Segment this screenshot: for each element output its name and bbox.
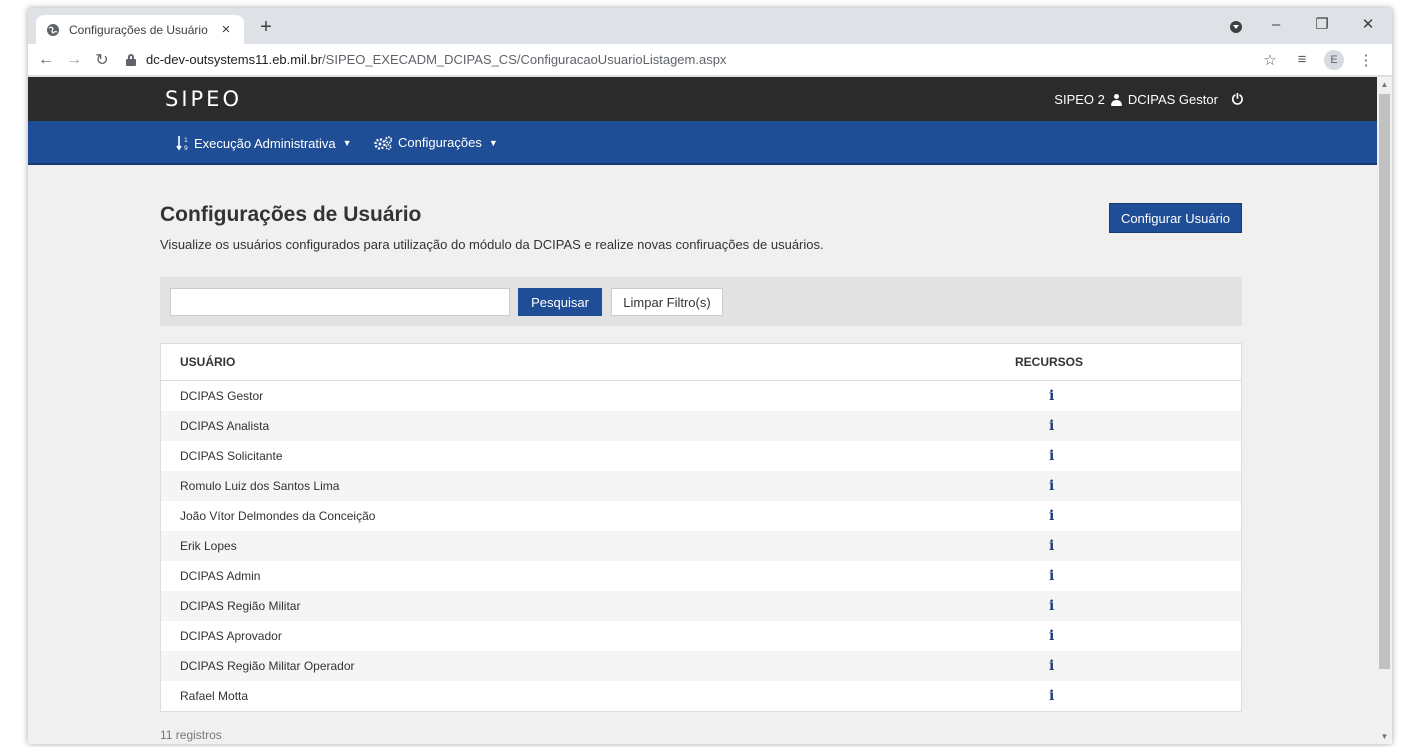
menu-label: Execução Administrativa	[194, 135, 336, 151]
table-body: DCIPAS Gestor i DCIPAS Analista i DCIPAS S…	[161, 381, 1241, 711]
page-subtitle: Visualize os usuários configurados para …	[160, 237, 824, 252]
minimize-icon[interactable]: –	[1253, 8, 1299, 40]
search-input[interactable]	[170, 288, 510, 316]
table-row: DCIPAS Solicitante i	[161, 441, 1241, 471]
tab-strip: Configurações de Usuário × + – ❐ ✕	[28, 8, 1392, 44]
profile-avatar[interactable]: E	[1320, 46, 1348, 74]
power-logout-icon[interactable]: ⏻	[1232, 91, 1243, 108]
filter-panel: Pesquisar Limpar Filtro(s)	[160, 277, 1242, 326]
user-box: SIPEO 2 DCIPAS Gestor ⏻	[1054, 91, 1243, 108]
user-name[interactable]: DCIPAS Gestor	[1128, 92, 1218, 107]
gears-icon	[374, 135, 393, 150]
table-row: Romulo Luiz dos Santos Lima i	[161, 471, 1241, 501]
close-window-icon[interactable]: ✕	[1345, 8, 1391, 40]
users-table: USUÁRIO RECURSOS DCIPAS Gestor i DCIPAS A…	[160, 343, 1242, 712]
svg-text:1: 1	[184, 137, 188, 144]
info-icon[interactable]: i	[1049, 418, 1054, 434]
table-row: DCIPAS Admin i	[161, 561, 1241, 591]
close-tab-icon[interactable]: ×	[218, 21, 234, 38]
table-row: DCIPAS Região Militar Operador i	[161, 651, 1241, 681]
table-row: Rafael Motta i	[161, 681, 1241, 711]
brand-logo[interactable]: SIPEO	[165, 87, 242, 111]
desktop-frame: Configurações de Usuário × + – ❐ ✕ ← → ↻…	[0, 0, 1407, 747]
menu-configuracoes[interactable]: Configurações ▼	[374, 135, 498, 150]
vertical-scrollbar[interactable]: ▲ ▼	[1377, 77, 1392, 744]
back-arrow-icon[interactable]: ←	[32, 46, 60, 74]
user-cell: Erik Lopes	[180, 539, 237, 553]
browser-toolbar: ← → ↻ dc-dev-outsystems11.eb.mil.br/SIPE…	[28, 44, 1392, 76]
info-icon[interactable]: i	[1049, 538, 1054, 554]
address-bar[interactable]: dc-dev-outsystems11.eb.mil.br/SIPEO_EXEC…	[116, 46, 1256, 74]
profile-initial: E	[1324, 49, 1344, 70]
info-icon[interactable]: i	[1049, 448, 1054, 464]
menu-label: Configurações	[398, 135, 482, 150]
info-icon[interactable]: i	[1049, 478, 1054, 494]
table-row: DCIPAS Aprovador i	[161, 621, 1241, 651]
info-icon[interactable]: i	[1049, 568, 1054, 584]
record-count: 11 registros	[160, 728, 222, 742]
sort-numeric-icon: 1 9	[176, 136, 188, 151]
menu-execucao-administrativa[interactable]: 1 9 Execução Administrativa ▼	[176, 135, 352, 151]
user-cell: DCIPAS Região Militar	[180, 599, 301, 613]
user-icon	[1110, 93, 1122, 106]
main-menu: 1 9 Execução Administrativa ▼ Configuraç…	[28, 121, 1377, 165]
table-row: João Vítor Delmondes da Conceição i	[161, 501, 1241, 531]
app-name: SIPEO 2	[1054, 92, 1105, 107]
user-cell: DCIPAS Aprovador	[180, 629, 282, 643]
new-tab-button[interactable]: +	[254, 16, 278, 40]
page-viewport: SIPEO SIPEO 2 DCIPAS Gestor ⏻ 1 9 Execuç…	[28, 77, 1377, 744]
caret-down-icon: ▼	[342, 138, 352, 148]
media-indicator-icon[interactable]	[1230, 21, 1242, 33]
configure-user-button[interactable]: Configurar Usuário	[1109, 203, 1242, 233]
info-icon[interactable]: i	[1049, 388, 1054, 404]
bookmark-star-icon[interactable]: ☆	[1256, 46, 1284, 74]
reload-icon[interactable]: ↻	[88, 46, 116, 74]
window-controls: – ❐ ✕	[1253, 8, 1391, 40]
info-icon[interactable]: i	[1049, 598, 1054, 614]
scroll-up-arrow-icon[interactable]: ▲	[1377, 77, 1392, 92]
column-header-resources: RECURSOS	[1015, 355, 1084, 369]
user-cell: DCIPAS Analista	[180, 419, 270, 433]
info-icon[interactable]: i	[1049, 508, 1054, 524]
url-path: /SIPEO_EXECADM_DCIPAS_CS/ConfiguracaoUsu…	[322, 52, 727, 67]
browser-window: Configurações de Usuário × + – ❐ ✕ ← → ↻…	[28, 8, 1392, 744]
svg-text:9: 9	[184, 145, 188, 151]
forward-arrow-icon[interactable]: →	[60, 46, 88, 74]
globe-icon	[47, 23, 59, 36]
column-header-user: USUÁRIO	[180, 355, 236, 369]
user-cell: DCIPAS Solicitante	[180, 449, 283, 463]
table-row: DCIPAS Gestor i	[161, 381, 1241, 411]
caret-down-icon: ▼	[488, 137, 498, 148]
info-icon[interactable]: i	[1049, 628, 1054, 644]
table-row: DCIPAS Região Militar i	[161, 591, 1241, 621]
app-topbar: SIPEO SIPEO 2 DCIPAS Gestor ⏻	[28, 77, 1377, 121]
table-header: USUÁRIO RECURSOS	[161, 344, 1241, 381]
browser-tab[interactable]: Configurações de Usuário ×	[36, 15, 244, 44]
info-icon[interactable]: i	[1049, 688, 1054, 704]
tab-title: Configurações de Usuário	[69, 22, 208, 37]
info-icon[interactable]: i	[1049, 658, 1054, 674]
clear-filters-button[interactable]: Limpar Filtro(s)	[611, 288, 723, 316]
kebab-menu-icon[interactable]: ⋮	[1352, 46, 1380, 74]
table-row: Erik Lopes i	[161, 531, 1241, 561]
user-cell: DCIPAS Região Militar Operador	[180, 659, 355, 673]
user-cell: DCIPAS Gestor	[180, 389, 264, 403]
restore-icon[interactable]: ❐	[1299, 8, 1345, 40]
user-cell: João Vítor Delmondes da Conceição	[180, 509, 376, 523]
user-cell: DCIPAS Admin	[180, 569, 261, 583]
url-host: dc-dev-outsystems11.eb.mil.br	[146, 52, 323, 67]
scroll-down-arrow-icon[interactable]: ▼	[1377, 729, 1392, 744]
scrollbar-thumb[interactable]	[1379, 94, 1390, 669]
reading-list-icon[interactable]: ≡	[1288, 46, 1316, 74]
table-row: DCIPAS Analista i	[161, 411, 1241, 441]
user-cell: Rafael Motta	[180, 689, 249, 703]
lock-icon	[126, 53, 136, 66]
user-cell: Romulo Luiz dos Santos Lima	[180, 479, 340, 493]
page-title: Configurações de Usuário	[160, 203, 422, 226]
search-button[interactable]: Pesquisar	[518, 288, 602, 316]
